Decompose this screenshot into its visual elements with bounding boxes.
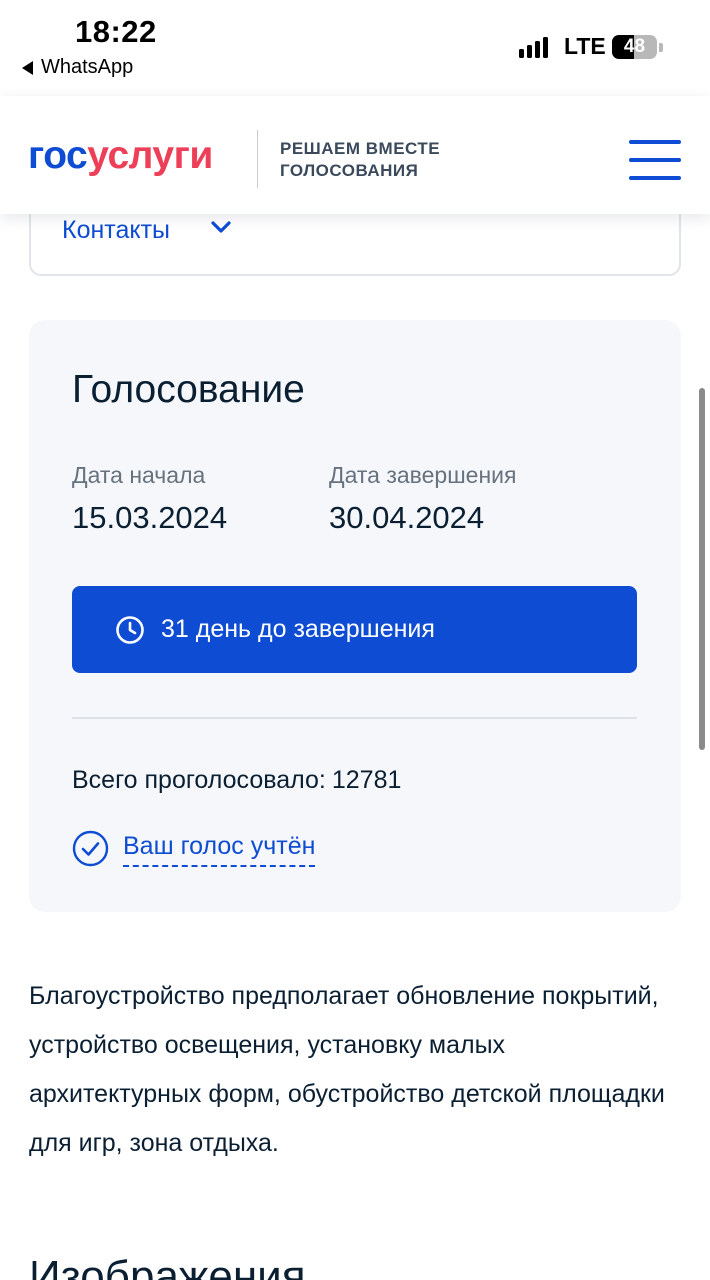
start-date-label: Дата начала [72, 462, 206, 488]
start-date-value: 15.03.2024 [72, 500, 228, 535]
gosuslugi-logo[interactable]: госуслуги [28, 134, 213, 178]
card-divider [72, 717, 637, 719]
cellular-signal-icon [519, 36, 548, 58]
end-date-value: 30.04.2024 [329, 500, 485, 535]
total-voted-label: Всего проголосовало: [72, 766, 326, 794]
page-scrollbar[interactable] [699, 388, 705, 750]
tagline-line-1: РЕШАЕМ ВМЕСТЕ [280, 139, 441, 158]
battery-tip [659, 43, 663, 52]
back-arrow-icon [22, 60, 33, 75]
total-voted: Всего проголосовало: 12781 [72, 766, 401, 795]
logo-part-uslugi: услуги [87, 134, 213, 177]
project-description: Благоустройство предполагает обновление … [29, 982, 665, 1157]
vote-status: Ваш голос учтён [72, 830, 316, 867]
back-to-app-link[interactable]: WhatsApp [22, 56, 133, 79]
back-app-label: WhatsApp [41, 56, 134, 78]
end-date-label: Дата завершения [329, 462, 517, 488]
clock-icon [116, 615, 144, 644]
images-section-heading: Изображения [29, 1252, 306, 1280]
hamburger-icon[interactable] [629, 140, 681, 180]
vote-counted-link[interactable]: Ваш голос учтён [123, 832, 316, 867]
contacts-toggle[interactable]: Контакты [62, 216, 170, 245]
total-voted-count: 12781 [331, 766, 402, 794]
countdown-text: 31 день до завершения [161, 615, 435, 643]
check-circle-icon [72, 830, 109, 867]
status-bar: 18:22 WhatsApp LTE 48 [0, 0, 710, 96]
logo-part-gos: гос [28, 134, 88, 177]
status-time: 18:22 [75, 14, 157, 49]
network-type: LTE [564, 33, 606, 59]
tagline-line-2: ГОЛОСОВАНИЯ [280, 161, 419, 180]
voting-card: Голосование Дата начала 15.03.2024 Дата … [29, 320, 681, 912]
header-divider [257, 130, 258, 188]
chevron-down-icon[interactable] [208, 214, 234, 240]
voting-title: Голосование [72, 368, 305, 411]
battery-icon: 48 [612, 35, 657, 59]
battery-level: 48 [623, 36, 646, 57]
header-tagline[interactable]: РЕШАЕМ ВМЕСТЕ ГОЛОСОВАНИЯ [280, 138, 440, 182]
countdown-banner: 31 день до завершения [72, 586, 637, 673]
site-header: госуслуги РЕШАЕМ ВМЕСТЕ ГОЛОСОВАНИЯ [0, 96, 710, 214]
